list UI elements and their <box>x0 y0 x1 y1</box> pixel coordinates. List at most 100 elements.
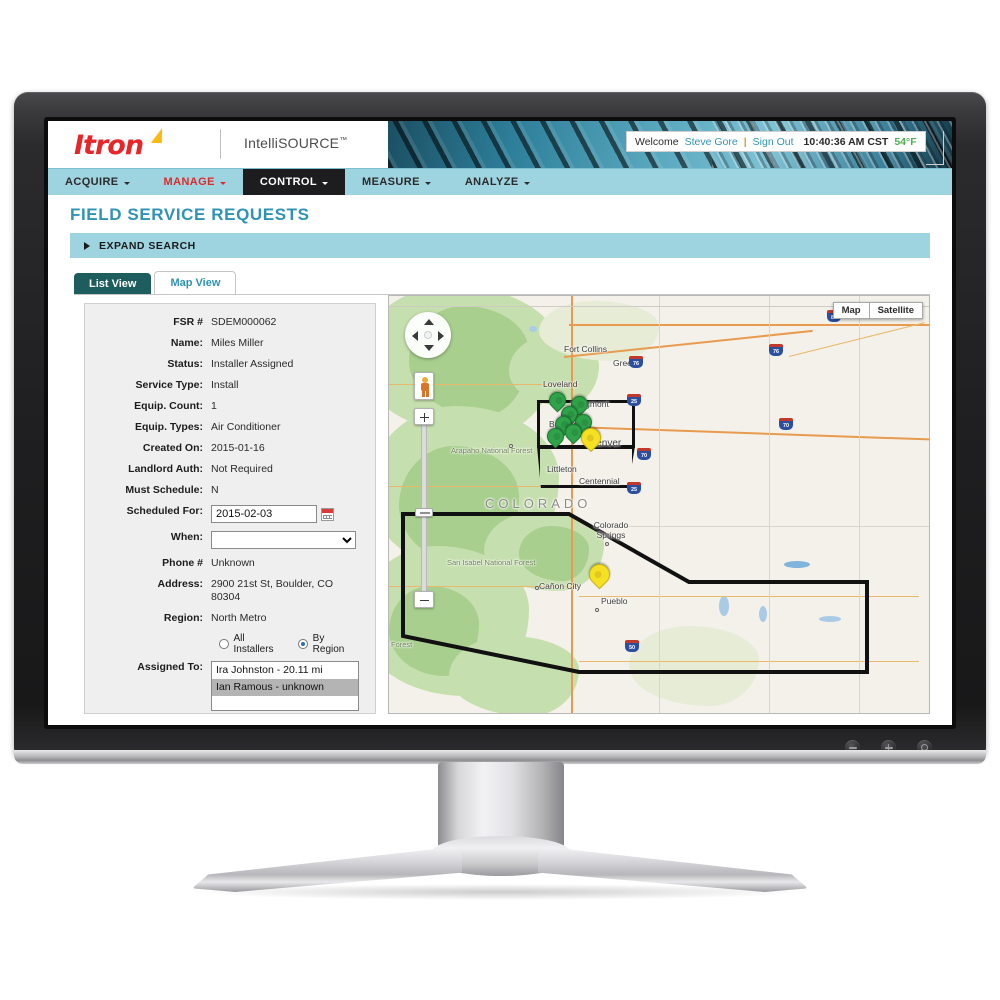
field-landlord-auth: Landlord Auth: Not Required <box>91 463 365 476</box>
nav-item-measure[interactable]: MEASURE <box>345 169 448 195</box>
map-label-state: COLORADO <box>485 496 592 511</box>
field-label: FSR # <box>173 316 203 328</box>
field-phone: Phone # Unknown <box>91 557 365 570</box>
lightning-bolt-icon <box>150 128 167 143</box>
tab-label: Map View <box>170 277 221 289</box>
radio-by-region-label[interactable]: By Region <box>313 633 356 655</box>
city-dot <box>535 586 539 590</box>
map-type-map-button[interactable]: Map <box>832 302 870 319</box>
field-value: 2900 21st St, Boulder, CO 80304 <box>211 578 333 603</box>
field-value: Air Conditioner <box>211 421 281 433</box>
pegman-icon[interactable] <box>414 372 434 400</box>
county-line <box>859 296 861 713</box>
itron-logo[interactable]: Itron <box>74 128 198 161</box>
county-line <box>769 296 771 713</box>
tab-list-view[interactable]: List View <box>74 273 152 295</box>
interstate-shield: 76 <box>769 344 783 356</box>
nav-item-manage[interactable]: MANAGE <box>147 169 243 195</box>
map-label-park: Arapaho National Forest <box>451 446 533 455</box>
pan-up-icon[interactable] <box>424 319 434 325</box>
expand-search-label: EXPAND SEARCH <box>99 239 196 252</box>
product-name: IntelliSOURCE™ <box>244 135 347 151</box>
field-label: When: <box>170 531 203 543</box>
field-value: Installer Assigned <box>211 358 294 370</box>
main-navigation: ACQUIRE MANAGE CONTROL MEASURE ANALYZE <box>48 168 952 195</box>
field-value: N <box>211 484 219 496</box>
map-type-satellite-button[interactable]: Satellite <box>869 302 923 319</box>
nav-item-label: ANALYZE <box>464 176 519 188</box>
assigned-to-listbox[interactable]: Ira Johnston - 20.11 mi Ian Ramous - unk… <box>211 661 359 711</box>
map-label-city: Colorado Springs <box>593 520 629 540</box>
map-label-park: San Isabel National Forest <box>447 558 536 567</box>
tab-map-view[interactable]: Map View <box>154 271 237 295</box>
nav-item-acquire[interactable]: ACQUIRE <box>48 169 147 195</box>
field-scheduled-for: Scheduled For: <box>91 505 365 523</box>
road <box>579 596 919 598</box>
separator: | <box>743 135 747 148</box>
field-label: Region: <box>163 612 203 624</box>
trademark-symbol: ™ <box>339 135 348 145</box>
field-created-on: Created On: 2015-01-16 <box>91 442 365 455</box>
zoom-slider-handle[interactable] <box>415 508 433 517</box>
nav-item-control[interactable]: CONTROL <box>242 169 346 195</box>
water-body <box>784 561 810 568</box>
pan-control-icon[interactable] <box>405 312 451 358</box>
pan-down-icon[interactable] <box>424 345 434 351</box>
radio-by-region[interactable] <box>298 639 308 649</box>
minus-icon-bar <box>420 599 429 602</box>
radio-all-installers-label[interactable]: All Installers <box>234 633 285 655</box>
interstate-shield: 76 <box>629 356 643 368</box>
interstate-shield: 50 <box>625 640 639 652</box>
field-label: Created On: <box>142 442 203 454</box>
brand-divider <box>220 129 221 159</box>
zoom-in-button[interactable] <box>414 408 434 425</box>
sign-out-link[interactable]: Sign Out <box>753 136 794 148</box>
map-view-panel[interactable]: COLORADO Arapaho National Forest San Isa… <box>388 295 930 714</box>
interstate-shield: 25 <box>627 394 641 406</box>
chevron-down-icon <box>219 181 226 185</box>
user-bar-frame-tail <box>926 131 944 165</box>
chevron-down-icon <box>424 181 431 185</box>
clock-display: 10:40:36 AM CST <box>803 135 889 148</box>
map-label-city: Fort Collins <box>564 344 607 354</box>
city-dot <box>595 608 599 612</box>
when-select[interactable] <box>211 531 356 549</box>
field-label: Service Type: <box>135 379 203 391</box>
zoom-out-button[interactable] <box>414 591 434 608</box>
pan-right-icon[interactable] <box>438 331 444 341</box>
brand-bar: Itron IntelliSOURCE™ Welcome Steve Gore … <box>48 121 952 168</box>
radio-all-installers[interactable] <box>219 639 229 649</box>
terrain-patch <box>449 636 579 713</box>
user-name-link[interactable]: Steve Gore <box>685 136 738 148</box>
interstate-shield: 70 <box>637 448 651 460</box>
field-name: Name: Miles Miller <box>91 337 365 350</box>
water-body <box>759 606 767 622</box>
field-equip-types: Equip. Types: Air Conditioner <box>91 421 365 434</box>
field-label: Phone # <box>162 557 203 569</box>
list-item-empty <box>212 696 358 710</box>
scheduled-for-input[interactable] <box>211 505 317 523</box>
map-label-city: Cañon City <box>539 581 582 591</box>
map-label-park: Forest <box>391 640 413 649</box>
itron-wordmark: Itron <box>74 130 144 161</box>
map-canvas[interactable]: COLORADO Arapaho National Forest San Isa… <box>389 296 929 713</box>
list-item[interactable]: Ian Ramous - unknown <box>212 679 358 696</box>
chevron-down-icon <box>523 181 530 185</box>
water-body <box>719 596 729 616</box>
pan-left-icon[interactable] <box>412 331 418 341</box>
calendar-icon[interactable] <box>321 507 334 521</box>
list-item[interactable]: Ira Johnston - 20.11 mi <box>212 662 358 679</box>
product-name-text: IntelliSOURCE <box>244 135 340 151</box>
pan-center-button[interactable] <box>424 331 432 339</box>
field-equip-count: Equip. Count: 1 <box>91 400 365 413</box>
monitor-screen: Itron IntelliSOURCE™ Welcome Steve Gore … <box>48 121 952 725</box>
field-region: Region: North Metro <box>91 612 365 625</box>
field-label: Assigned To: <box>137 661 203 673</box>
monitor-shadow <box>200 884 800 900</box>
nav-item-analyze[interactable]: ANALYZE <box>448 169 547 195</box>
expand-search-bar[interactable]: EXPAND SEARCH <box>70 233 930 258</box>
pegman-leg <box>421 390 425 397</box>
zoom-slider[interactable] <box>414 408 434 608</box>
map-label-city: Centennial <box>579 476 620 486</box>
